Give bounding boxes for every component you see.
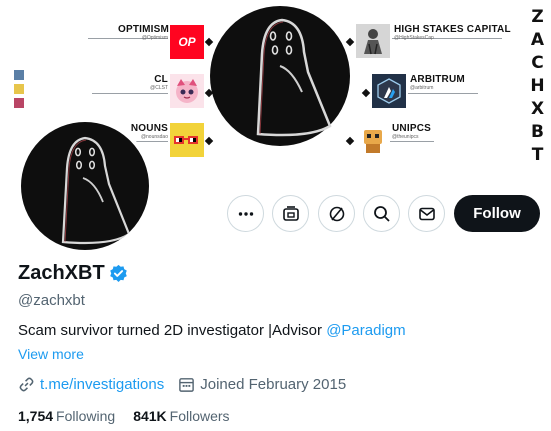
profile-meta-row: t.me/investigations Joined February 2015 (18, 376, 346, 393)
joined-date: Joined February 2015 (200, 376, 347, 393)
color-swatches (14, 70, 24, 112)
vertical-title-letter: X (530, 99, 546, 119)
following-label: Following (56, 408, 116, 424)
partner-name: CL (154, 74, 168, 85)
center-penguin-logo (210, 6, 350, 146)
more-options-button[interactable] (227, 195, 264, 232)
unipcs-logo (356, 123, 390, 157)
partner-name: NOUNS (130, 123, 168, 134)
followers-stat[interactable]: 841K Followers (133, 408, 229, 424)
subscribe-icon (329, 206, 344, 221)
website-link[interactable]: t.me/investigations (40, 376, 164, 393)
following-stat[interactable]: 1,754 Following (18, 408, 115, 424)
partner-unipcs: UNIPCS @theunipcs (392, 123, 431, 140)
diamond-icon (361, 88, 371, 98)
calendar-icon (179, 378, 195, 392)
vertical-title-letter: Z (531, 7, 545, 27)
bio: Scam survivor turned 2D investigator |Ad… (18, 322, 406, 339)
user-handle: @zachxbt (18, 292, 85, 309)
name-row: ZachXBT (18, 262, 128, 285)
vertical-title-letter: B (531, 122, 545, 142)
partner-handle: @HighStakesCap (394, 35, 434, 41)
cl-anime-logo (170, 74, 204, 108)
swatch-blue (14, 70, 24, 80)
link-icon (19, 377, 34, 392)
message-button[interactable] (408, 195, 445, 232)
nouns-logo (170, 123, 204, 157)
search-button[interactable] (363, 195, 400, 232)
partner-handle: @CLST (150, 85, 168, 91)
follow-button[interactable]: Follow (454, 195, 540, 232)
swatch-yellow (14, 84, 24, 94)
optimism-logo: OP (170, 25, 204, 59)
partner-name: UNIPCS (392, 123, 431, 134)
connector-line (390, 141, 434, 142)
banner-vertical-title: ZACHXBT (526, 6, 550, 167)
following-count: 1,754 (18, 408, 54, 424)
vertical-title-letter: A (530, 30, 546, 50)
view-more-link[interactable]: View more (18, 346, 84, 362)
partner-optimism: OPTIMISM @Optimism (118, 24, 170, 41)
verified-badge-icon[interactable] (109, 264, 128, 283)
connector-line (92, 93, 168, 94)
grok-button[interactable] (272, 195, 309, 232)
vertical-title-letter: H (530, 76, 546, 96)
envelope-icon (418, 207, 435, 220)
partner-name: HIGH STAKES CAPITAL (394, 24, 511, 35)
followers-label: Followers (169, 408, 230, 424)
bio-mention-link[interactable]: @Paradigm (326, 322, 405, 339)
partner-name: ARBITRUM (410, 74, 465, 85)
partner-handle: @theunipcs (392, 134, 419, 140)
grok-icon (282, 205, 299, 221)
partner-handle: @Optimism (141, 35, 168, 41)
follow-stats: 1,754 Following 841K Followers (18, 408, 248, 424)
vertical-title-letter: C (531, 53, 545, 73)
penguin-avatar-art (61, 136, 131, 245)
partner-arbitrum: ARBITRUM @arbitrum (410, 74, 465, 91)
search-icon (373, 205, 390, 222)
bio-text: Scam survivor turned 2D investigator |Ad… (18, 322, 327, 339)
vertical-title-letter: T (531, 145, 545, 165)
followers-count: 841K (133, 408, 167, 424)
partner-name: OPTIMISM (118, 24, 170, 35)
arbitrum-logo (372, 74, 406, 108)
ellipsis-icon (238, 211, 253, 216)
high-stakes-capital-logo (356, 24, 390, 58)
connector-line (408, 93, 478, 94)
avatar[interactable] (17, 118, 153, 254)
partner-high-stakes-capital: HIGH STAKES CAPITAL @HighStakesCap (394, 24, 511, 41)
partner-handle: @arbitrum (410, 85, 434, 91)
swatch-red (14, 98, 24, 108)
subscribe-button[interactable] (318, 195, 355, 232)
display-name: ZachXBT (18, 262, 105, 284)
optimism-logo-text: OP (178, 35, 196, 49)
partner-cl: CL @CLST (140, 74, 168, 91)
